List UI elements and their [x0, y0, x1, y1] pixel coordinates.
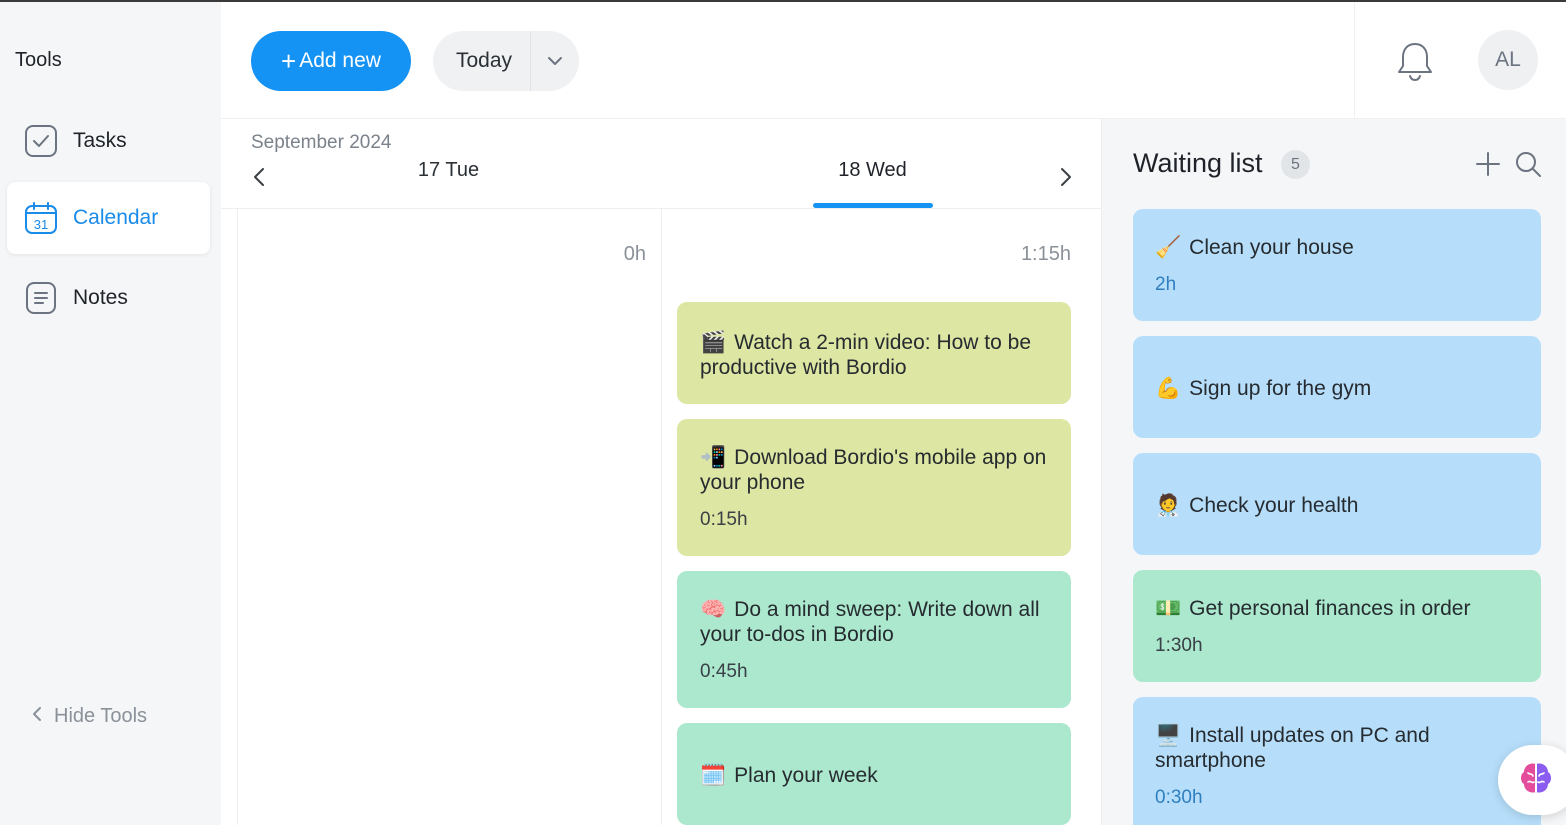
task-title: 🎬 Watch a 2-min video: How to be producti… — [700, 330, 1049, 380]
item-title: 🧹 Clean your house — [1155, 235, 1519, 260]
task-card[interactable]: 🧠 Do a mind sweep: Write down all your to… — [677, 571, 1071, 708]
item-title-text: Get personal finances in order — [1189, 597, 1471, 620]
today-selector: Today — [433, 31, 579, 91]
task-card[interactable]: 🎬 Watch a 2-min video: How to be producti… — [677, 302, 1071, 404]
clapper-icon: 🎬 — [700, 331, 727, 354]
plus-icon: + — [281, 46, 297, 76]
chevron-left-icon — [254, 168, 264, 186]
item-title-text: Clean your house — [1189, 236, 1354, 259]
sidebar-item-label: Calendar — [73, 206, 159, 229]
task-duration: 0:15h — [700, 509, 748, 530]
add-new-label: Add new — [299, 49, 381, 72]
sidebar-item-notes[interactable]: Notes — [7, 262, 210, 334]
item-duration: 0:30h — [1155, 787, 1203, 808]
month-label: September 2024 — [251, 132, 392, 153]
chevron-left-icon — [32, 705, 42, 728]
brain-icon — [1516, 758, 1556, 803]
plus-icon[interactable] — [1475, 151, 1501, 177]
bell-icon[interactable] — [1396, 40, 1434, 82]
desktop-computer-icon: 🖥️ — [1155, 724, 1182, 747]
ai-assistant-button[interactable] — [1498, 745, 1566, 815]
column-divider — [661, 209, 662, 825]
previous-day-button[interactable] — [249, 166, 269, 188]
top-header: + Add new Today AL — [221, 2, 1566, 119]
hide-tools-button[interactable]: Hide Tools — [32, 705, 147, 728]
brain-icon: 🧠 — [700, 598, 727, 621]
today-button[interactable]: Today — [433, 49, 530, 73]
task-card[interactable]: 🗓️ Plan your week — [677, 723, 1071, 825]
search-icon[interactable] — [1514, 150, 1542, 178]
hide-tools-label: Hide Tools — [54, 705, 148, 727]
money-icon: 💵 — [1155, 597, 1182, 620]
item-title: 💵 Get personal finances in order — [1155, 596, 1519, 621]
sidebar-title: Tools — [15, 49, 62, 71]
waiting-list-item[interactable]: 🧹 Clean your house 2h — [1133, 209, 1541, 321]
calendar-emoji-icon: 🗓️ — [700, 764, 727, 787]
item-title-text: Check your health — [1189, 494, 1359, 517]
calendar-icon: 31 — [24, 201, 58, 235]
note-icon — [24, 281, 58, 315]
flexed-bicep-icon: 💪 — [1155, 377, 1182, 400]
header-divider — [1354, 2, 1355, 119]
task-title: 🗓️ Plan your week — [700, 763, 1049, 788]
task-card[interactable]: 📲 Download Bordio's mobile app on your ph… — [677, 419, 1071, 556]
next-day-button[interactable] — [1056, 166, 1076, 188]
task-title-text: Watch a 2-min video: How to be productiv… — [700, 331, 1032, 379]
today-dropdown-button[interactable] — [531, 31, 579, 91]
item-title-text: Install updates on PC and smartphone — [1155, 724, 1430, 772]
item-title: 🧑‍⚕️ Check your health — [1155, 493, 1519, 518]
waiting-list-item[interactable]: 💵 Get personal finances in order 1:30h — [1133, 570, 1541, 682]
chevron-right-icon — [1061, 168, 1071, 186]
check-square-icon — [24, 124, 58, 158]
waiting-list-item[interactable]: 🧑‍⚕️ Check your health — [1133, 453, 1541, 555]
waiting-list-item[interactable]: 💪 Sign up for the gym — [1133, 336, 1541, 438]
sidebar-item-tasks[interactable]: Tasks — [7, 105, 210, 177]
chevron-down-icon — [548, 57, 562, 65]
user-avatar[interactable]: AL — [1478, 30, 1538, 90]
waiting-list-count-badge: 5 — [1281, 150, 1310, 179]
item-duration: 2h — [1155, 274, 1177, 295]
waiting-list-title: Waiting list — [1133, 148, 1263, 178]
sidebar-item-label: Notes — [73, 286, 128, 309]
task-title: 🧠 Do a mind sweep: Write down all your to… — [700, 597, 1049, 647]
day-total-duration: 0h — [623, 243, 646, 265]
day-header-tue[interactable]: 17 Tue — [371, 159, 526, 182]
sidebar-item-calendar[interactable]: 31 Calendar — [7, 182, 210, 254]
column-divider — [237, 209, 238, 825]
item-title: 🖥️ Install updates on PC and smartphone — [1155, 723, 1519, 773]
broom-icon: 🧹 — [1155, 236, 1182, 259]
task-title-text: Plan your week — [734, 764, 878, 787]
add-new-button[interactable]: + Add new — [251, 31, 411, 91]
item-duration: 1:30h — [1155, 635, 1203, 656]
mobile-phone-icon: 📲 — [700, 446, 727, 469]
health-worker-icon: 🧑‍⚕️ — [1155, 494, 1182, 517]
calendar-view: September 2024 17 Tue 18 Wed 0h 1:15h 🎬 W… — [221, 119, 1102, 825]
task-title: 📲 Download Bordio's mobile app on your ph… — [700, 445, 1049, 495]
task-duration: 0:45h — [700, 661, 748, 682]
task-title-text: Do a mind sweep: Write down all your to-… — [700, 598, 1040, 646]
task-title-text: Download Bordio's mobile app on your pho… — [700, 446, 1047, 494]
day-header-wed[interactable]: 18 Wed — [795, 159, 950, 182]
item-title: 💪 Sign up for the gym — [1155, 376, 1519, 401]
sidebar-item-label: Tasks — [73, 129, 127, 152]
day-total-duration: 1:15h — [1020, 243, 1071, 265]
sidebar: Tools Tasks 31 Calendar Notes Hide Tools — [0, 2, 221, 825]
waiting-list-item[interactable]: 🖥️ Install updates on PC and smartphone 0… — [1133, 697, 1541, 825]
item-title-text: Sign up for the gym — [1189, 377, 1372, 400]
waiting-list-panel: Waiting list 5 🧹 Clean your house 2h 💪 Sig… — [1102, 119, 1566, 825]
calendar-icon-day: 31 — [34, 217, 48, 232]
